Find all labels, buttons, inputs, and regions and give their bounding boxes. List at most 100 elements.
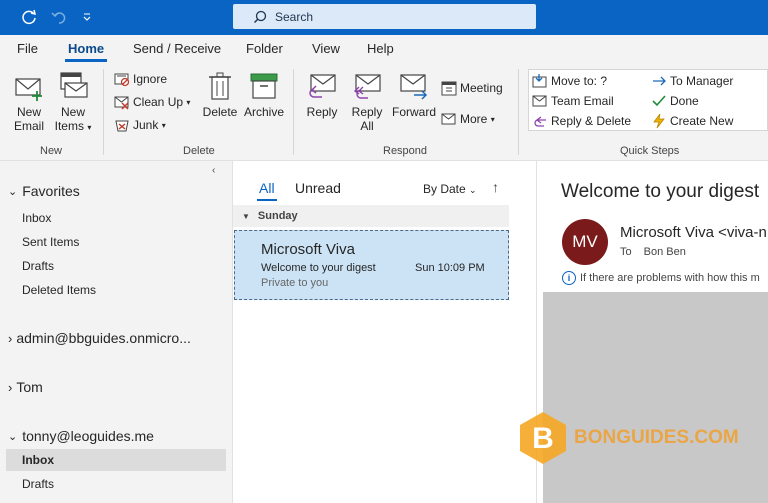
tab-view[interactable]: View <box>312 41 340 56</box>
filter-all[interactable]: All <box>259 180 275 196</box>
watermark-logo: B <box>520 412 566 464</box>
reply-button[interactable]: Reply <box>303 71 341 119</box>
favorites-label: Favorites <box>22 183 80 199</box>
account-tonny-label: tonny@leoguides.me <box>22 428 154 444</box>
chevron-right-icon: › <box>8 379 13 395</box>
chevron-down-icon: ▾ <box>161 120 166 130</box>
quickstep-team-email[interactable]: Team Email <box>532 92 614 110</box>
ribbon-divider <box>293 69 294 155</box>
reply-all-button[interactable]: Reply All <box>347 71 387 133</box>
to-manager-icon <box>653 76 666 86</box>
ribbon-divider <box>103 69 104 155</box>
sort-direction-icon[interactable]: ↑ <box>492 179 499 195</box>
folder-drafts[interactable]: Drafts <box>22 477 54 491</box>
done-label: Done <box>670 94 699 108</box>
archive-button[interactable]: Archive <box>241 71 287 119</box>
junk-button[interactable]: Junk ▾ <box>114 116 166 134</box>
watermark-text: BONGUIDES.COM <box>574 427 739 448</box>
quickstep-reply-delete[interactable]: Reply & Delete <box>532 112 631 130</box>
more-label: More <box>460 112 488 126</box>
quickstep-move-to[interactable]: Move to: ? <box>532 72 607 90</box>
archive-label: Archive <box>243 105 284 119</box>
create-new-label: Create New <box>670 114 734 128</box>
favorite-drafts[interactable]: Drafts <box>22 259 54 273</box>
reply-delete-label: Reply & Delete <box>551 114 632 128</box>
info-text: If there are problems with how this m <box>580 272 760 284</box>
chevron-down-icon: ▾ <box>186 97 191 107</box>
delete-label: Delete <box>202 105 238 119</box>
reading-sender[interactable]: Microsoft Viva <viva-n <box>620 224 767 241</box>
account-admin-label: admin@bbguides.onmicro... <box>16 330 191 346</box>
chevron-down-icon: ⌄ <box>8 430 18 443</box>
chevron-down-icon: ▾ <box>490 114 495 124</box>
to-label: To <box>620 246 632 258</box>
folder-inbox[interactable]: Inbox <box>22 453 54 467</box>
undo-icon[interactable] <box>48 6 70 28</box>
reading-subject: Welcome to your digest <box>561 181 760 202</box>
chevron-down-icon: ⌄ <box>469 185 477 195</box>
message-subject: Welcome to your digest <box>261 262 376 274</box>
forward-button[interactable]: Forward <box>391 71 437 119</box>
forward-label: Forward <box>391 105 436 119</box>
junk-icon <box>115 120 129 132</box>
reply-delete-icon <box>534 116 546 127</box>
search-label: Search <box>275 9 314 24</box>
search-box[interactable]: Search <box>233 4 536 29</box>
new-email-button[interactable]: New Email <box>10 71 48 133</box>
new-items-button[interactable]: New Items ▾ <box>52 71 94 135</box>
reply-icon <box>309 74 336 98</box>
new-items-label-2: Items <box>54 119 84 133</box>
archive-icon <box>250 73 278 99</box>
account-tom[interactable]: › Tom <box>8 379 43 395</box>
tab-send-receive[interactable]: Send / Receive <box>133 41 221 56</box>
quickstep-done[interactable]: Done <box>651 92 699 110</box>
active-filter-indicator <box>257 199 277 201</box>
menu-bar: File Home Send / Receive Folder View Hel… <box>0 35 768 63</box>
move-to-label: Move to: ? <box>551 74 608 88</box>
tab-help[interactable]: Help <box>367 41 394 56</box>
group-label-quick-steps: Quick Steps <box>620 145 680 157</box>
delete-button[interactable]: Delete <box>200 71 240 119</box>
cleanup-button[interactable]: Clean Up ▾ <box>114 93 190 111</box>
sort-by-date[interactable]: By Date ⌄ <box>423 182 477 196</box>
message-list: All Unread By Date ⌄ ↑ ▼ Sunday Microsof… <box>232 161 537 503</box>
filter-unread[interactable]: Unread <box>295 180 341 196</box>
favorite-deleted-items[interactable]: Deleted Items <box>22 283 96 297</box>
account-tonny[interactable]: ⌄ tonny@leoguides.me <box>8 428 154 444</box>
favorite-inbox[interactable]: Inbox <box>22 211 51 225</box>
favorite-sent-items[interactable]: Sent Items <box>22 235 79 249</box>
account-tom-label: Tom <box>16 379 43 395</box>
date-group-header[interactable]: ▼ Sunday <box>233 205 509 227</box>
group-label-respond: Respond <box>383 145 428 157</box>
new-email-label-2: Email <box>13 119 44 133</box>
calendar-icon <box>441 81 457 96</box>
more-button[interactable]: More ▾ <box>441 110 495 128</box>
ignore-button[interactable]: Ignore <box>114 70 167 88</box>
reply-label: Reply <box>306 105 338 119</box>
tab-folder[interactable]: Folder <box>246 41 283 56</box>
avatar[interactable]: MV <box>562 219 608 265</box>
quickstep-create-new[interactable]: Create New <box>651 112 733 130</box>
message-item[interactable]: Microsoft Viva Welcome to your digest Su… <box>234 230 509 300</box>
cleanup-icon <box>114 96 129 110</box>
chevron-down-icon: ▾ <box>87 123 92 132</box>
sync-icon[interactable] <box>18 6 40 28</box>
tab-file[interactable]: File <box>17 41 38 56</box>
search-icon <box>253 10 267 23</box>
info-icon: i <box>562 271 576 285</box>
team-email-label: Team Email <box>551 94 614 108</box>
recipient-name[interactable]: Bon Ben <box>644 246 686 258</box>
sort-label: By Date <box>423 182 466 196</box>
chevron-down-icon: ⌄ <box>8 185 18 198</box>
tab-home[interactable]: Home <box>68 41 104 56</box>
meeting-button[interactable]: Meeting <box>441 79 503 97</box>
customize-qat-icon[interactable] <box>76 6 98 28</box>
to-manager-label: To Manager <box>670 74 734 88</box>
collapse-pane-icon[interactable]: ‹ <box>212 165 215 176</box>
info-bar[interactable]: i If there are problems with how this m <box>562 271 760 285</box>
account-admin[interactable]: › admin@bbguides.onmicro... <box>8 330 191 346</box>
favorites-header[interactable]: ⌄ Favorites <box>8 183 80 199</box>
team-email-icon <box>532 95 547 107</box>
quickstep-to-manager[interactable]: To Manager <box>651 72 733 90</box>
checkmark-icon <box>652 95 666 107</box>
